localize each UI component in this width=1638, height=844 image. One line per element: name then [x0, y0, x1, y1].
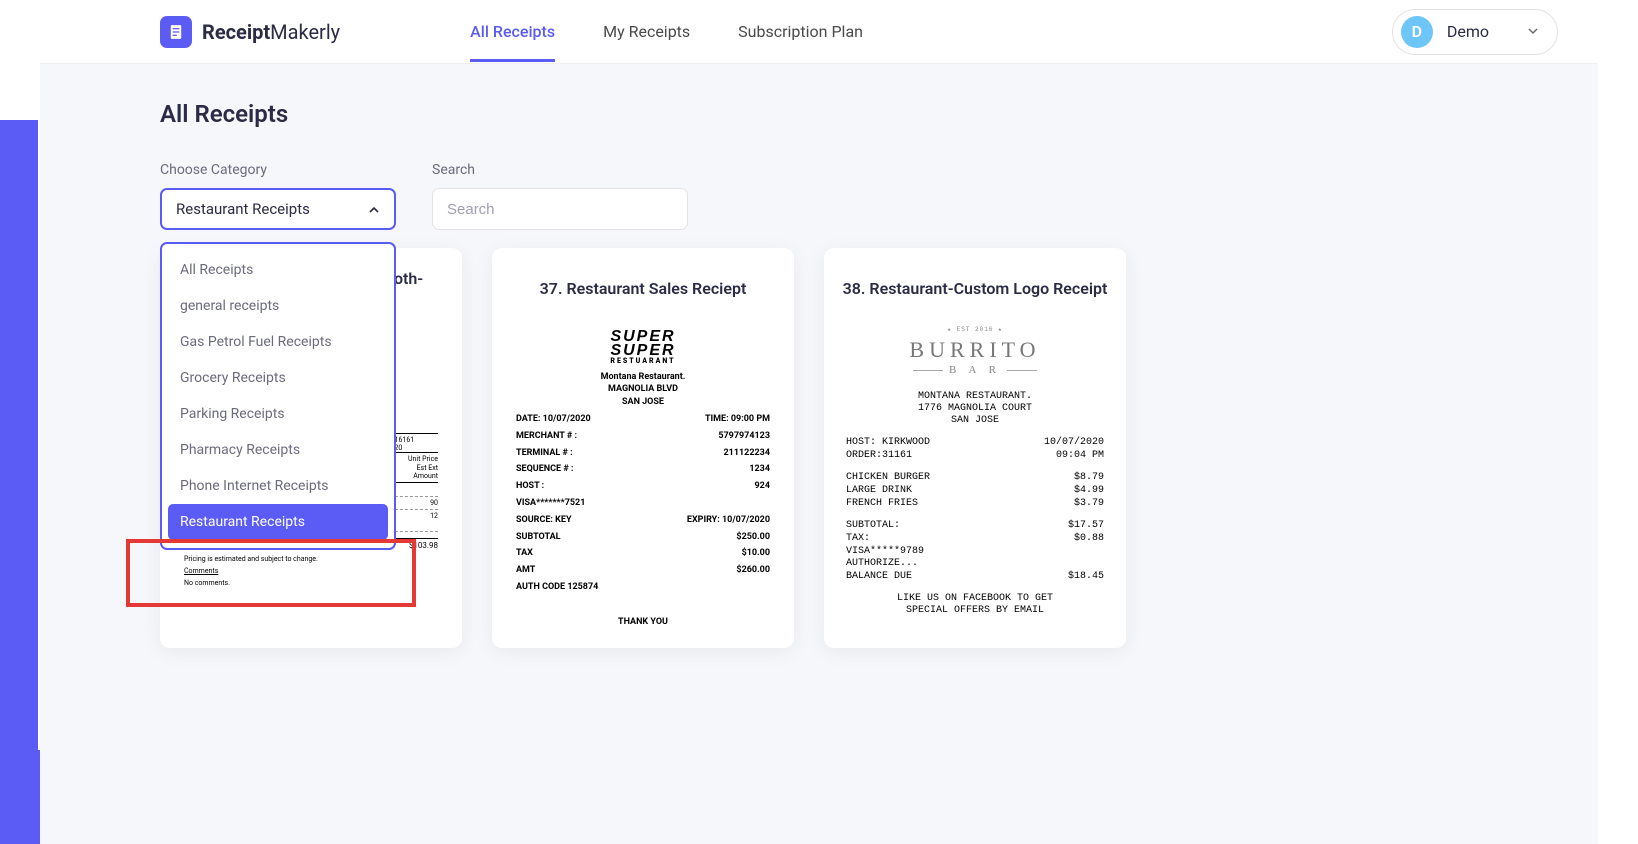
user-avatar: D [1401, 16, 1433, 48]
receipt-card[interactable]: 38. Restaurant-Custom Logo Receipt ★ EST… [824, 248, 1126, 648]
page-title: All Receipts [160, 100, 1478, 128]
nav-subscription-plan[interactable]: Subscription Plan [738, 2, 863, 61]
brand-logo[interactable]: ReceiptMakerly [160, 16, 340, 48]
chevron-down-icon [1527, 22, 1539, 41]
category-option-general[interactable]: general receipts [168, 288, 388, 324]
search-input[interactable] [432, 188, 688, 230]
category-option-gas[interactable]: Gas Petrol Fuel Receipts [168, 324, 388, 360]
brand-text: ReceiptMakerly [202, 20, 340, 44]
main-nav: All Receipts My Receipts Subscription Pl… [470, 2, 863, 61]
nav-all-receipts[interactable]: All Receipts [470, 2, 555, 61]
receipt-card[interactable]: 37. Restaurant Sales Reciept SUPER SUPER… [492, 248, 794, 648]
category-option-pharmacy[interactable]: Pharmacy Receipts [168, 432, 388, 468]
card-title: 37. Restaurant Sales Reciept [506, 266, 780, 310]
user-name: Demo [1447, 22, 1489, 41]
category-label: Choose Category [160, 162, 396, 178]
category-option-grocery[interactable]: Grocery Receipts [168, 360, 388, 396]
category-option-parking[interactable]: Parking Receipts [168, 396, 388, 432]
logo-icon [160, 16, 192, 48]
category-select[interactable]: Restaurant Receipts [160, 188, 396, 230]
receipt-preview: SUPER SUPER RESTUARANT Montana Restauran… [506, 330, 780, 628]
user-menu[interactable]: D Demo [1392, 9, 1558, 55]
category-selected-value: Restaurant Receipts [176, 200, 310, 218]
category-dropdown: All Receipts general receipts Gas Petrol… [160, 242, 396, 550]
receipt-preview: ★ EST 2016 ★ BURRITO B A R MONTANA RESTA… [838, 330, 1112, 617]
search-label: Search [432, 162, 688, 178]
chevron-up-icon [368, 200, 380, 218]
category-option-phone[interactable]: Phone Internet Receipts [168, 468, 388, 504]
card-title: 38. Restaurant-Custom Logo Receipt [838, 266, 1112, 310]
filters: Choose Category Restaurant Receipts All … [160, 162, 1478, 230]
category-option-all[interactable]: All Receipts [168, 252, 388, 288]
category-option-restaurant[interactable]: Restaurant Receipts [168, 504, 388, 540]
nav-my-receipts[interactable]: My Receipts [603, 2, 690, 61]
